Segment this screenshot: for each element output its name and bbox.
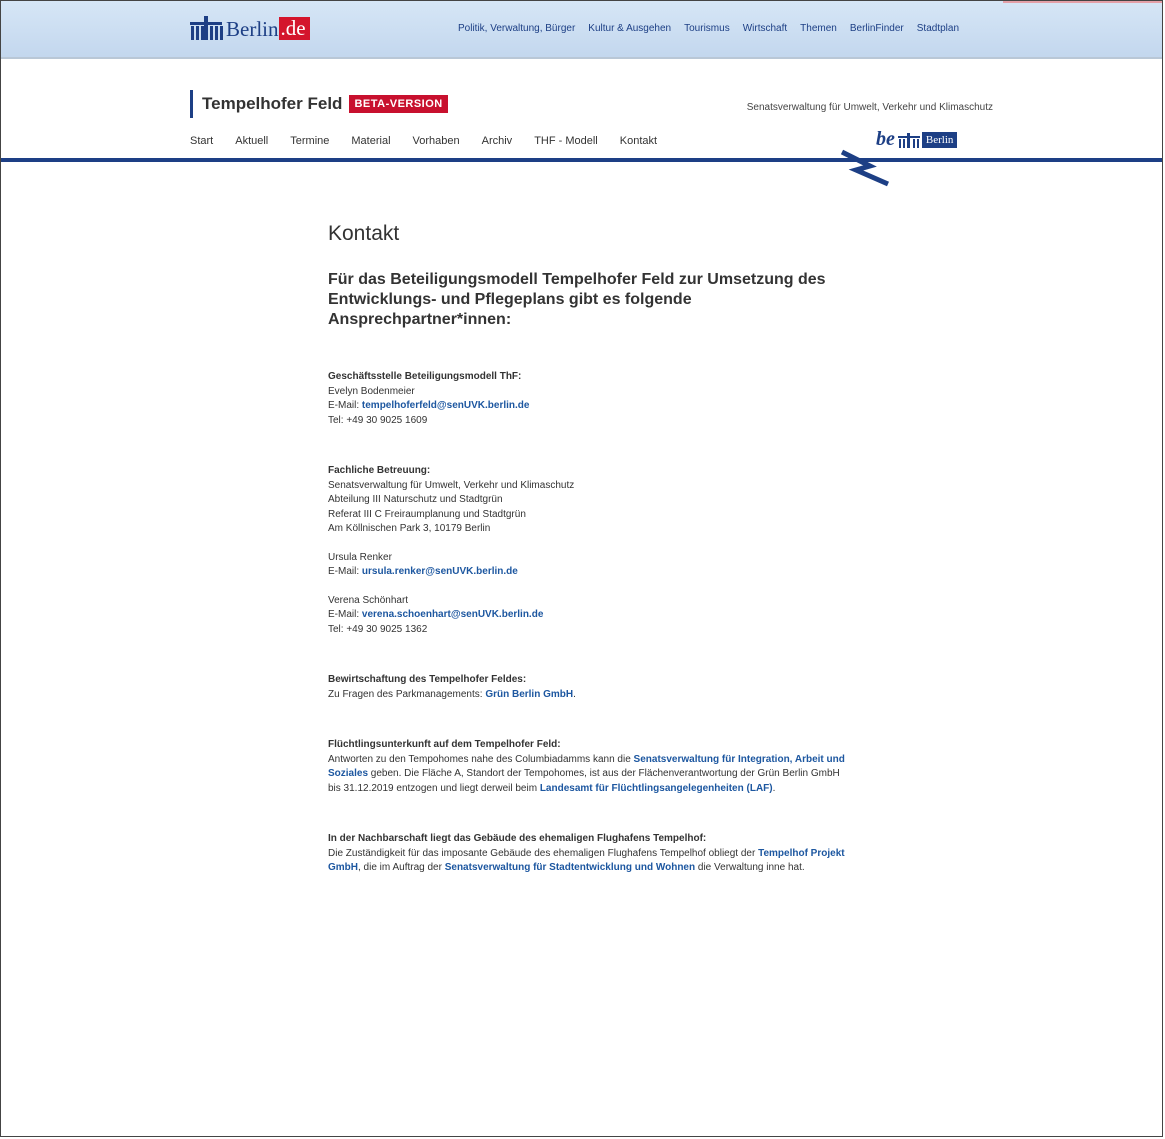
- punctuation: .: [772, 782, 776, 794]
- site-title[interactable]: Tempelhofer Feld BETA-VERSION: [190, 90, 448, 118]
- nachbarschaft-text: die Verwaltung inne hat.: [695, 862, 805, 873]
- fachliche-block: Fachliche Betreuung: Senatsverwaltung fü…: [328, 464, 848, 537]
- portal-nav-wirtschaft[interactable]: Wirtschaft: [743, 23, 787, 34]
- bewirtschaftung-text: Zu Fragen des Parkmanagements:: [328, 688, 486, 700]
- fluechtling-block: Flüchtlingsunterkunft auf dem Tempelhofe…: [328, 738, 848, 796]
- nav-kontakt[interactable]: Kontakt: [620, 135, 657, 147]
- email-label: E-Mail:: [328, 609, 362, 620]
- portal-nav-themen[interactable]: Themen: [800, 23, 837, 34]
- contact-schoenhart: Verena Schönhart E-Mail: verena.schoenha…: [328, 594, 848, 638]
- nav-material[interactable]: Material: [351, 135, 390, 147]
- contact-name: Ursula Renker: [328, 551, 392, 563]
- lead-heading: Für das Beteiligungsmodell Tempelhofer F…: [328, 271, 826, 328]
- brandenburg-gate-icon: [190, 16, 223, 40]
- portal-nav-stadtplan[interactable]: Stadtplan: [917, 23, 959, 34]
- nav-start[interactable]: Start: [190, 135, 213, 147]
- nachbarschaft-text: Die Zuständigkeit für das imposante Gebä…: [328, 847, 759, 859]
- page-title: Kontakt: [328, 222, 400, 245]
- fachliche-line: Senatsverwaltung für Umwelt, Verkehr und…: [328, 479, 575, 491]
- contact-renker: Ursula Renker E-Mail: ursula.renker@senU…: [328, 551, 848, 580]
- nachbarschaft-text: , die im Auftrag der: [358, 862, 445, 873]
- bewirtschaftung-block: Bewirtschaftung des Tempelhofer Feldes: …: [328, 673, 848, 702]
- geschaeftsstelle-heading: Geschäftsstelle Beteiligungsmodell ThF:: [328, 371, 522, 382]
- berlin-label: Berlin: [921, 131, 958, 148]
- fachliche-heading: Fachliche Betreuung:: [328, 465, 431, 476]
- nav-termine[interactable]: Termine: [290, 135, 329, 147]
- nav-thf-modell[interactable]: THF - Modell: [534, 135, 598, 147]
- fachliche-line: Abteilung III Naturschutz und Stadtgrün: [328, 494, 503, 505]
- portal-nav-politik[interactable]: Politik, Verwaltung, Bürger: [458, 23, 575, 34]
- beta-badge: BETA-VERSION: [349, 95, 448, 113]
- senat-label: Senatsverwaltung für Umwelt, Verkehr und…: [746, 102, 993, 113]
- contact-name: Verena Schönhart: [328, 594, 409, 606]
- geschaeftsstelle-name: Evelyn Bodenmeier: [328, 385, 415, 397]
- email-label: E-Mail:: [328, 566, 362, 577]
- laf-link[interactable]: Landesamt für Flüchtlingsangelegenheiten…: [540, 783, 773, 794]
- geschaeftsstelle-tel: Tel: +49 30 9025 1609: [328, 414, 428, 426]
- portal-nav-kultur[interactable]: Kultur & Ausgehen: [588, 23, 671, 34]
- email-link-schoenhart[interactable]: verena.schoenhart@senUVK.berlin.de: [362, 609, 543, 620]
- portal-nav-berlinfinder[interactable]: BerlinFinder: [850, 23, 904, 34]
- logo-tld: .de: [278, 17, 310, 40]
- main-nav: Start Aktuell Termine Material Vorhaben …: [190, 135, 679, 147]
- contact-tel: Tel: +49 30 9025 1362: [328, 623, 428, 635]
- nachbarschaft-block: In der Nachbarschaft liegt das Gebäude d…: [328, 832, 848, 876]
- geschaeftsstelle-block: Geschäftsstelle Beteiligungsmodell ThF: …: [328, 370, 848, 428]
- site-title-text: Tempelhofer Feld: [202, 94, 343, 113]
- fachliche-line: Referat III C Freiraumplanung und Stadtg…: [328, 508, 526, 520]
- zigzag-decoration: [840, 149, 890, 187]
- fachliche-line: Am Köllnischen Park 3, 10179 Berlin: [328, 523, 491, 534]
- senatsverwaltung-stadtentwicklung-link[interactable]: Senatsverwaltung für Stadtentwicklung un…: [445, 862, 695, 873]
- bewirtschaftung-heading: Bewirtschaftung des Tempelhofer Feldes:: [328, 674, 527, 685]
- email-label: E-Mail:: [328, 400, 362, 411]
- nav-vorhaben[interactable]: Vorhaben: [413, 135, 460, 147]
- portal-nav-tourismus[interactable]: Tourismus: [684, 23, 730, 34]
- email-link-renker[interactable]: ursula.renker@senUVK.berlin.de: [362, 566, 518, 577]
- nav-aktuell[interactable]: Aktuell: [235, 135, 268, 147]
- fluechtling-text: Antworten zu den Tempohomes nahe des Col…: [328, 753, 634, 765]
- top-accent-line: [1003, 1, 1163, 3]
- portal-nav: Politik, Verwaltung, Bürger Kultur & Aus…: [458, 23, 972, 34]
- fluechtling-heading: Flüchtlingsunterkunft auf dem Tempelhofe…: [328, 739, 561, 750]
- punctuation: .: [573, 688, 576, 700]
- gruen-berlin-link[interactable]: Grün Berlin GmbH: [485, 689, 573, 700]
- email-link-geschaeftsstelle[interactable]: tempelhoferfeld@senUVK.berlin.de: [362, 400, 530, 411]
- nav-archiv[interactable]: Archiv: [482, 135, 513, 147]
- berlin-de-logo[interactable]: Berlin .de: [190, 16, 310, 40]
- main-content: Kontakt Für das Beteiligungsmodell Tempe…: [328, 222, 848, 876]
- header-rule: [1, 158, 1163, 162]
- nachbarschaft-heading: In der Nachbarschaft liegt das Gebäude d…: [328, 833, 707, 844]
- logo-word: Berlin: [226, 17, 279, 41]
